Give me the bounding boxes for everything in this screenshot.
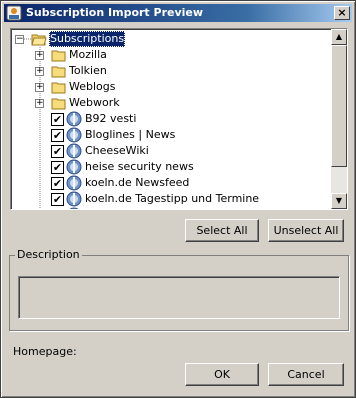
tree-root-label[interactable]: Subscriptions [49,31,126,47]
folder-open-icon [31,34,47,46]
expand-icon[interactable]: + [35,83,44,92]
feed-icon [66,127,82,143]
folder-icon [51,66,66,78]
title-bar[interactable]: Subscription Import Preview × [4,4,352,22]
tree-folder[interactable]: + Mozilla [11,47,329,63]
feed-icon [66,111,82,127]
feed-checkbox[interactable]: ✔ [51,129,64,142]
feed-label[interactable]: heise security news [85,159,194,175]
tree-feed[interactable]: ✔ koeln.de Tagestipp und Termine [11,191,329,207]
folder-label[interactable]: Mozilla [69,47,107,63]
folder-icon [51,50,66,62]
feed-icon [69,207,79,209]
close-button[interactable]: × [334,6,350,20]
tree-feed[interactable]: ✔ koeln.de Newsfeed [11,175,329,191]
tree-root[interactable]: − Subscriptions [11,31,329,47]
window-title: Subscription Import Preview [26,6,204,19]
feed-icon [66,191,82,207]
scroll-thumb[interactable] [331,45,347,167]
tree-folder[interactable]: + Tolkien [11,63,329,79]
feed-checkbox[interactable]: ✔ [51,161,64,174]
expand-icon[interactable]: + [35,51,44,60]
app-icon [6,5,22,21]
collapse-icon[interactable]: − [15,35,24,44]
folder-label[interactable]: Weblogs [69,79,115,95]
feed-label[interactable]: koeln.de Tagestipp und Termine [85,191,259,207]
unselect-all-button[interactable]: Unselect All [268,219,344,242]
expand-icon[interactable]: + [35,67,44,76]
tree-feed[interactable]: ✔ Bloglines | News [11,127,329,143]
folder-label[interactable]: Webwork [69,95,120,111]
tree-feed[interactable]: ✔ [11,207,329,210]
feed-checkbox[interactable]: ✔ [51,113,64,126]
feed-icon [66,143,82,159]
tree-feed[interactable]: ✔ CheeseWiki [11,143,329,159]
feed-label[interactable]: B92 vesti [85,111,136,127]
subscription-tree[interactable]: − Subscriptions + Mozilla + Tolkien + We… [10,28,348,210]
description-field [18,276,340,319]
tree-feed[interactable]: ✔ B92 vesti [11,111,329,127]
feed-icon [66,159,82,175]
tree-feed[interactable]: ✔ heise security news [11,159,329,175]
select-all-button[interactable]: Select All [185,219,259,242]
tree-scrollbar[interactable]: ▲ ▼ [331,29,347,209]
feed-label[interactable]: koeln.de Newsfeed [85,175,189,191]
homepage-label: Homepage: [13,345,77,358]
feed-checkbox[interactable]: ✔ [51,145,64,158]
ok-button[interactable]: OK [185,363,259,386]
feed-checkbox[interactable]: ✔ [51,209,64,210]
folder-label[interactable]: Tolkien [69,63,107,79]
cancel-button[interactable]: Cancel [268,363,344,386]
scroll-up-button[interactable]: ▲ [331,29,347,45]
scroll-down-button[interactable]: ▼ [331,193,347,209]
folder-icon [51,82,66,94]
feed-icon [66,175,82,191]
feed-checkbox[interactable]: ✔ [51,193,64,206]
tree-folder[interactable]: + Weblogs [11,79,329,95]
feed-label[interactable]: CheeseWiki [85,143,149,159]
dialog-window: Subscription Import Preview × − Subscrip… [0,0,356,398]
tree-folder[interactable]: + Webwork [11,95,329,111]
expand-icon[interactable]: + [35,99,44,108]
description-label: Description [15,248,82,261]
feed-checkbox[interactable]: ✔ [51,177,64,190]
folder-icon [51,98,66,110]
feed-label[interactable]: Bloglines | News [85,127,175,143]
